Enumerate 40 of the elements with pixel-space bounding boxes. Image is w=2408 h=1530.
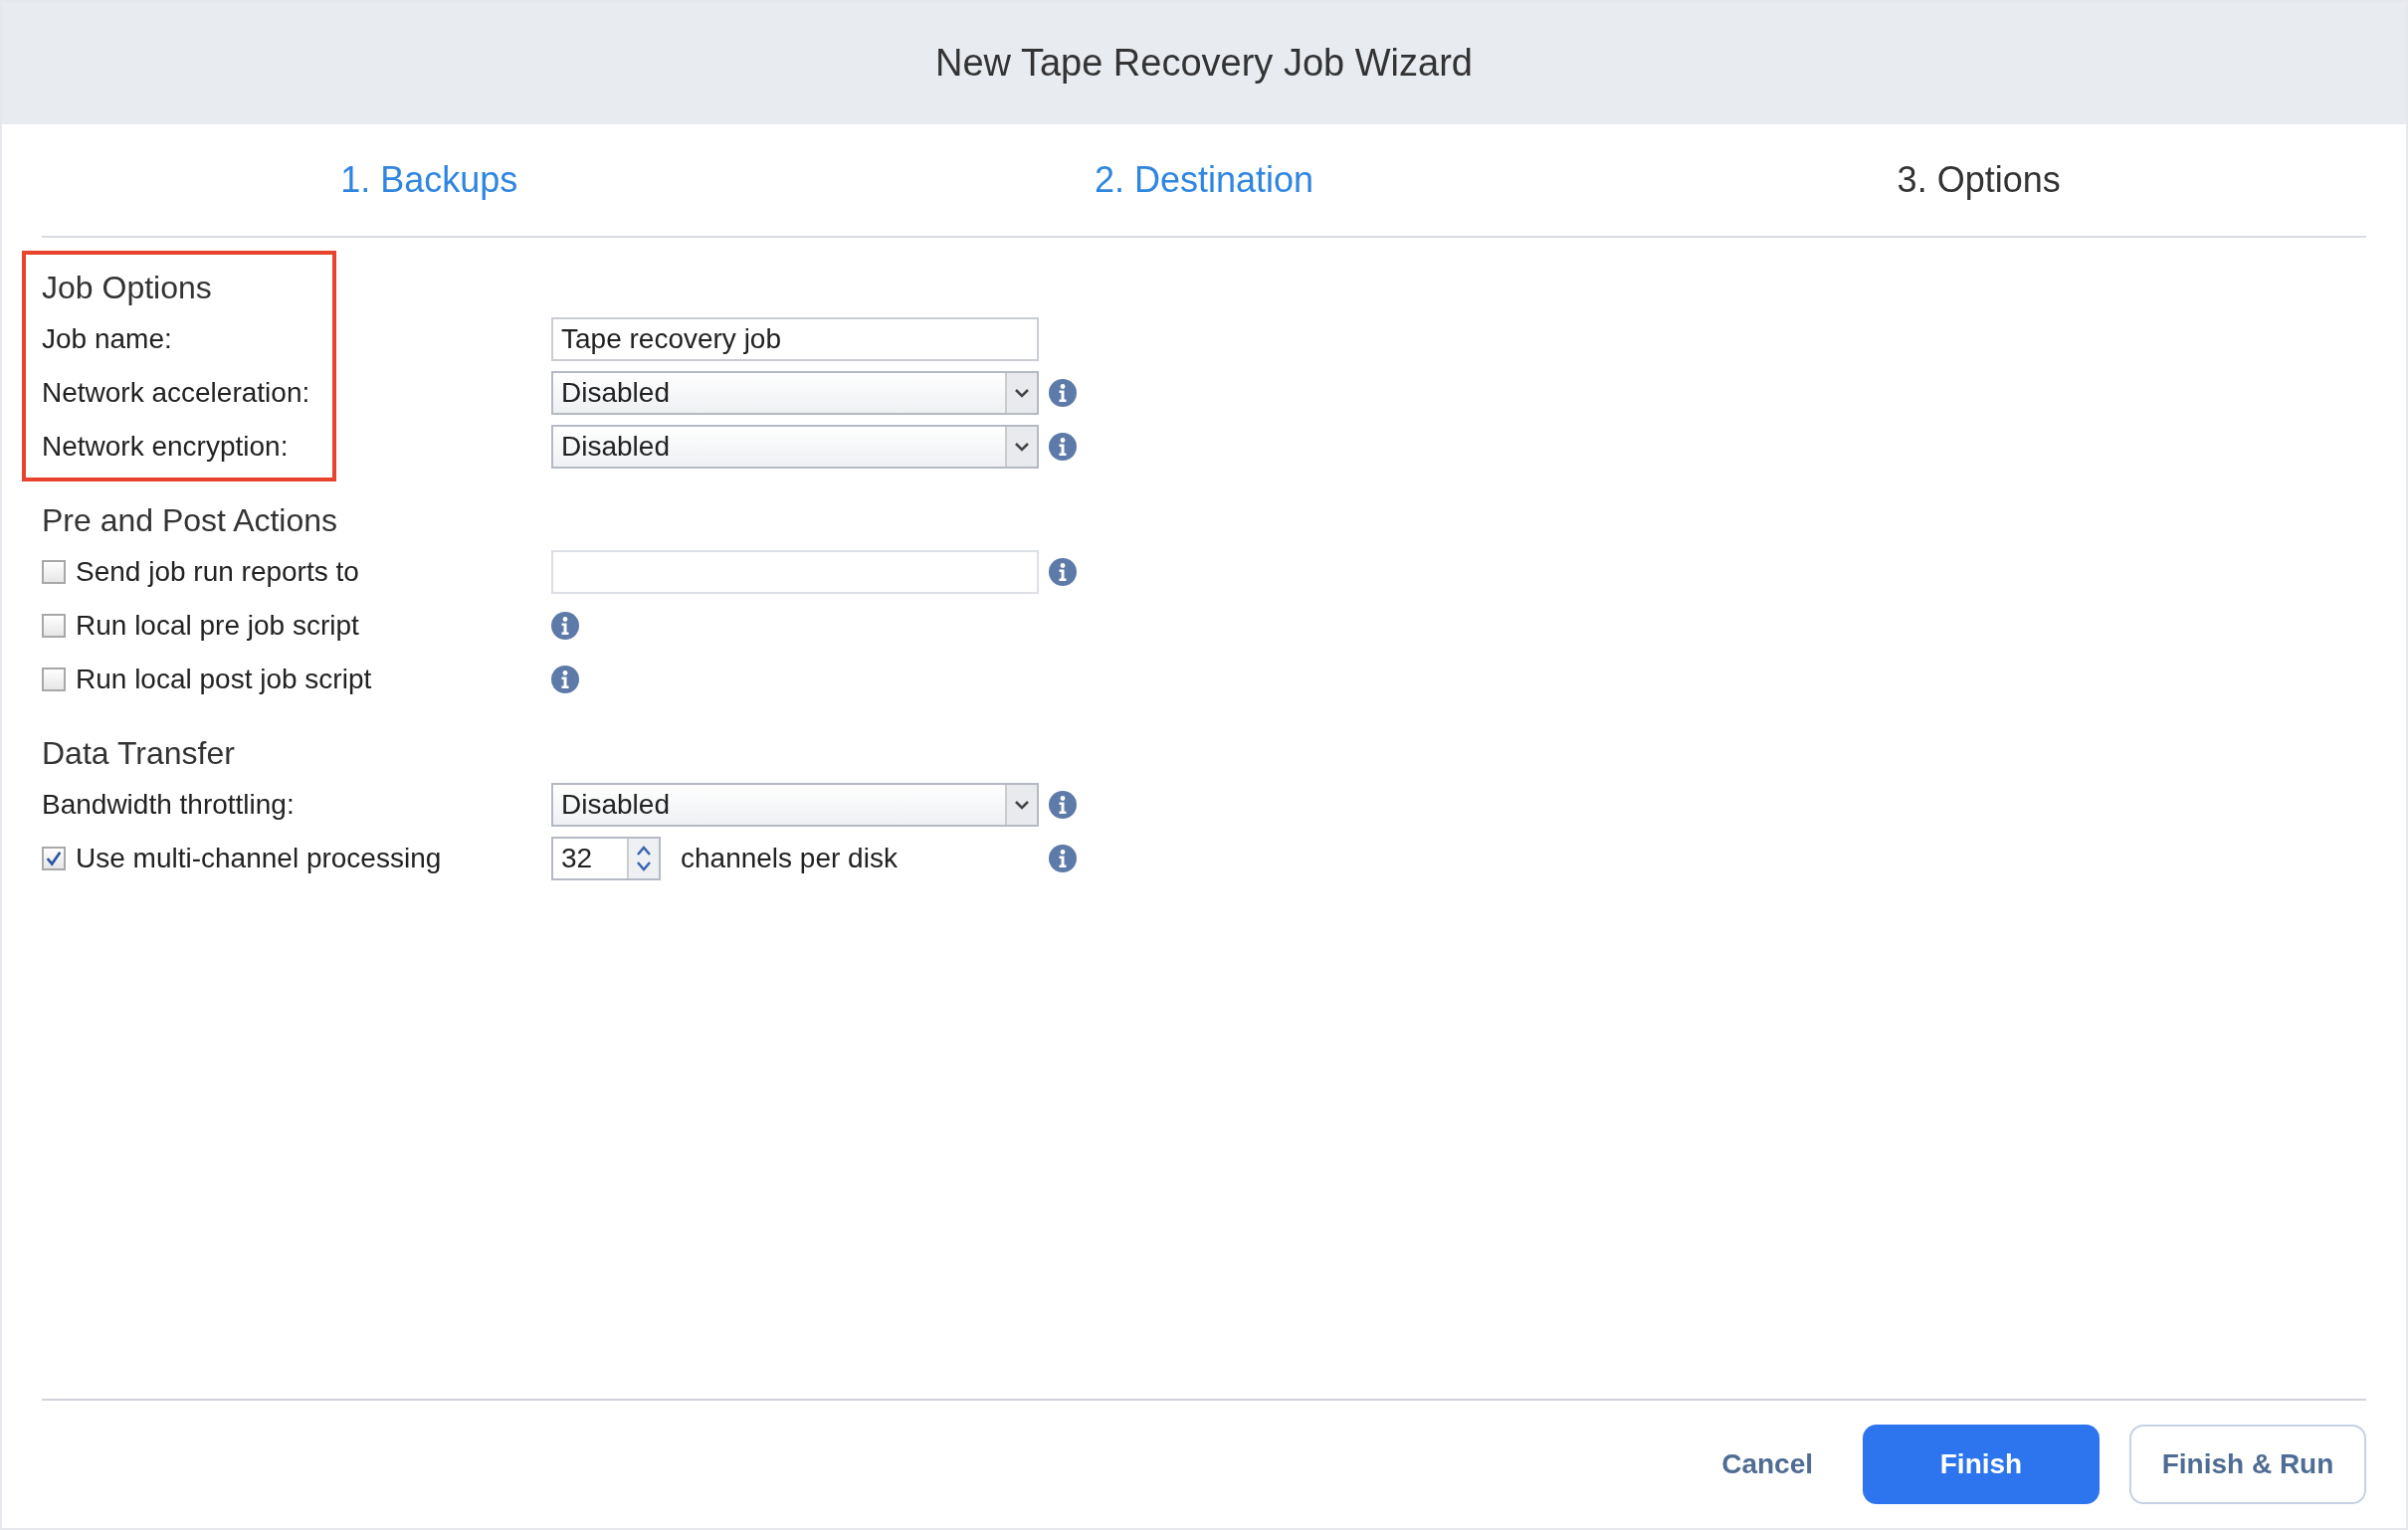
text-field[interactable]: Tape recovery job bbox=[551, 317, 1039, 361]
section-heading: Job Options bbox=[42, 269, 212, 307]
wizard-step-tab[interactable]: 1. Backups bbox=[340, 153, 518, 207]
field-label: Network encryption: bbox=[42, 430, 289, 464]
info-icon[interactable] bbox=[1049, 379, 1077, 407]
field-label: Run local post job script bbox=[76, 663, 372, 696]
caret-icon bbox=[1015, 442, 1029, 452]
info-icon[interactable] bbox=[551, 612, 579, 640]
wizard-step-tab[interactable]: 3. Options bbox=[1897, 153, 2061, 207]
secondary-button[interactable]: Finish & Run bbox=[2129, 1425, 2366, 1504]
section-heading: Data Transfer bbox=[42, 734, 235, 773]
section-heading: Pre and Post Actions bbox=[42, 501, 338, 540]
field-label: Bandwidth throttling: bbox=[42, 788, 295, 822]
field-label: Send job run reports to bbox=[76, 555, 359, 589]
checkbox[interactable] bbox=[42, 560, 66, 584]
field-label: Run local pre job script bbox=[76, 609, 359, 643]
primary-button[interactable]: Finish bbox=[1863, 1425, 2100, 1504]
wizard-step-tab[interactable]: 2. Destination bbox=[1094, 153, 1314, 207]
cancel-link[interactable]: Cancel bbox=[1702, 1425, 1833, 1504]
unit-label: channels per disk bbox=[681, 842, 898, 875]
field-label: Use multi-channel processing bbox=[76, 842, 442, 875]
checkbox[interactable] bbox=[42, 614, 66, 638]
checkbox[interactable] bbox=[42, 847, 66, 870]
caret-icon bbox=[1015, 800, 1029, 810]
text-field[interactable] bbox=[551, 550, 1039, 594]
info-icon[interactable] bbox=[551, 666, 579, 693]
info-icon[interactable] bbox=[1049, 433, 1077, 461]
window-title: New Tape Recovery Job Wizard bbox=[935, 41, 1473, 86]
dropdown[interactable]: Disabled bbox=[551, 425, 1039, 469]
number-spinner[interactable]: 32 bbox=[551, 837, 661, 880]
dropdown[interactable]: Disabled bbox=[551, 783, 1039, 827]
info-icon[interactable] bbox=[1049, 845, 1077, 872]
up-down-arrows-icon bbox=[636, 844, 652, 873]
checkbox[interactable] bbox=[42, 668, 66, 691]
info-icon[interactable] bbox=[1049, 791, 1077, 819]
caret-icon bbox=[1015, 388, 1029, 398]
field-label: Network acceleration: bbox=[42, 376, 310, 410]
dropdown[interactable]: Disabled bbox=[551, 371, 1039, 415]
field-label: Job name: bbox=[42, 322, 172, 356]
info-icon[interactable] bbox=[1049, 558, 1077, 586]
